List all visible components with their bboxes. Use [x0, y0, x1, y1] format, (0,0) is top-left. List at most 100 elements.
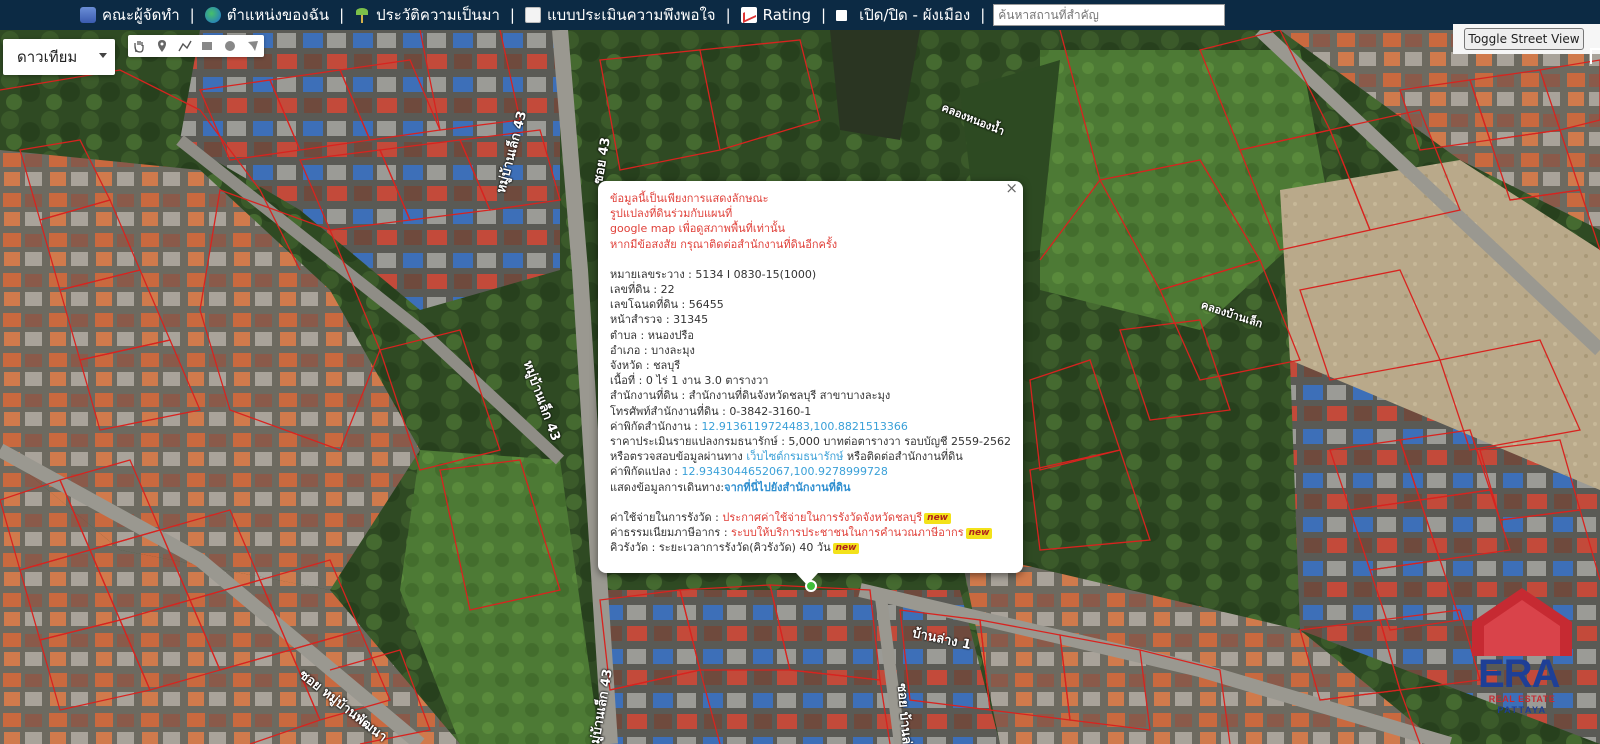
nav-my-location[interactable]: ตำแหน่งของฉัน: [204, 3, 330, 27]
nav-separator: |: [509, 6, 515, 24]
nav-separator: |: [189, 6, 195, 24]
field-value: ระยะเวลาการรังวัด(คิวรังวัด) 40 วัน: [658, 541, 831, 555]
hand-pan-icon[interactable]: [131, 38, 147, 54]
field-label: เลขที่ดิน: [610, 283, 650, 297]
logo-subtitle: PATTAYA: [1497, 705, 1547, 715]
era-logo: ERA REAL ESTATE PATTAYA: [1470, 586, 1574, 718]
field-value: สำนักงานที่ดินจังหวัดชลบุรี สาขาบางละมุง: [688, 389, 891, 403]
field-row: หมายเลขระวาง : 5134 I 0830-15(1000): [610, 267, 817, 281]
map-type-value: ดาวเทียม: [17, 48, 78, 66]
field-label: สำนักงานที่ดิน: [610, 389, 679, 403]
field-value: ชลบุรี: [653, 359, 681, 373]
field-label: ค่าพิกัดแปลง: [610, 465, 671, 479]
disclaimer-line: รูปแปลงที่ดินร่วมกับแผนที่: [610, 207, 733, 221]
field-row: แสดงข้อมูลการเดินทาง:จากที่นี่ไปยังสำนัก…: [610, 480, 851, 494]
route-to-office-link[interactable]: จากที่นี่ไปยังสำนักงานที่ดิน: [724, 481, 850, 494]
chart-icon: [740, 7, 757, 23]
nav-rating[interactable]: Rating: [740, 6, 812, 24]
field-label: เลขโฉนดที่ดิน: [610, 298, 678, 312]
treasury-website-link[interactable]: เว็บไซต์กรมธนารักษ์: [746, 450, 843, 463]
house-roof-icon: [1472, 588, 1572, 656]
toggle-street-view-button[interactable]: Toggle Street View: [1464, 28, 1584, 50]
disclaimer-line: google map เพื่อดูสภาพพื้นที่เท่านั้น: [610, 222, 786, 236]
field-row: ค่าใช้จ่ายในการรังวัด : ประกาศค่าใช้จ่าย…: [610, 510, 1013, 525]
nav-team[interactable]: คณะผู้จัดทำ: [80, 3, 180, 27]
field-label: ค่าพิกัดสำนักงาน: [610, 419, 691, 433]
field-label: โทรศัพท์สำนักงานที่ดิน: [610, 404, 719, 418]
team-icon: [80, 7, 96, 23]
nav-separator: |: [339, 6, 345, 24]
disclaimer-line: หากมีข้อสงสัย กรุณาติดต่อสำนักงานที่ดินอ…: [610, 237, 838, 251]
nav-my-location-label: ตำแหน่งของฉัน: [226, 6, 330, 24]
field-label: เนื้อที่: [610, 374, 636, 388]
chevron-down-icon: [99, 53, 107, 58]
field-value: 22: [660, 283, 675, 297]
nav-zoning-toggle[interactable]: เปิด/ปิด - ผังเมือง: [836, 3, 970, 27]
logo-subtitle: REAL ESTATE: [1488, 694, 1556, 704]
fullscreen-icon[interactable]: [1590, 48, 1600, 64]
field-row: จังหวัด : ชลบุรี: [610, 359, 681, 373]
polyline-icon[interactable]: [177, 38, 193, 54]
field-label: หรือตรวจสอบข้อมูลผ่านทาง: [610, 450, 743, 464]
landmark-search-input[interactable]: [993, 4, 1226, 26]
nav-history-label: ประวัติความเป็นมา: [376, 6, 500, 24]
nav-separator: |: [980, 6, 986, 24]
field-row: ตำบล : หนองปรือ: [610, 328, 694, 342]
field-label: หมายเลขระวาง: [610, 267, 685, 281]
nav-separator: |: [821, 6, 827, 24]
field-row: โทรศัพท์สำนักงานที่ดิน : 0-3842-3160-1: [610, 404, 812, 418]
new-badge: new: [832, 543, 860, 555]
nav-survey-form-label: แบบประเมินความพึงพอใจ: [546, 6, 716, 24]
nav-rating-label: Rating: [762, 6, 812, 24]
document-icon: [524, 7, 541, 23]
rectangle-icon[interactable]: [199, 38, 215, 54]
field-row: ค่าธรรมเนียมภาษีอากร : ระบบให้บริการประช…: [610, 525, 1013, 540]
field-label: อำเภอ: [610, 343, 641, 357]
disclaimer-line: ข้อมูลนี้เป็นเพียงการแสดงลักษณะ: [610, 192, 769, 205]
parcel-coordinate-link[interactable]: 12.9343044652067,100.9278999728: [681, 465, 887, 478]
tax-calculator-link[interactable]: ระบบให้บริการประชาชนในการคำนวณภาษีอากร: [731, 526, 964, 539]
parcel-info-window: × ข้อมูลนี้เป็นเพียงการแสดงลักษณะ รูปแปล…: [598, 180, 1023, 585]
logo-text: ERA: [1478, 652, 1560, 696]
field-row: ค่าพิกัดสำนักงาน : 12.9136119724483,100.…: [610, 419, 908, 433]
field-value: 0-3842-3160-1: [729, 404, 812, 418]
survey-fee-link[interactable]: ประกาศค่าใช้จ่ายในการรังวัดจังหวัดชลบุรี: [722, 511, 922, 524]
field-value: 56455: [688, 298, 724, 312]
nav-separator: |: [725, 6, 731, 24]
field-label: ค่าใช้จ่ายในการรังวัด: [610, 510, 712, 524]
nav-zoning-label: เปิด/ปิด - ผังเมือง: [859, 6, 971, 24]
field-row: หรือตรวจสอบข้อมูลผ่านทาง เว็บไซต์กรมธนาร…: [610, 449, 1013, 464]
marker-icon[interactable]: [154, 38, 170, 54]
field-label: จังหวัด: [610, 359, 643, 373]
drawing-toolbar: [128, 35, 264, 57]
field-row: ค่าพิกัดแปลง : 12.9343044652067,100.9278…: [610, 465, 888, 479]
location-pin-icon[interactable]: [805, 580, 817, 592]
office-coordinate-link[interactable]: 12.9136119724483,100.8821513366: [701, 420, 907, 433]
nav-team-label: คณะผู้จัดทำ: [102, 6, 180, 24]
new-badge: new: [924, 512, 951, 524]
close-icon[interactable]: ×: [1005, 180, 1018, 196]
checkbox-icon[interactable]: [836, 9, 848, 21]
field-label: ตำบล: [610, 328, 638, 342]
top-nav-bar: คณะผู้จัดทำ | ตำแหน่งของฉัน | ประวัติควา…: [0, 0, 1600, 30]
field-row: ราคาประเมินรายแปลงกรมธนารักษ์ : 5,000 บา…: [610, 435, 1011, 449]
circle-icon[interactable]: [222, 38, 238, 54]
field-value: 5,000 บาทต่อตารางวา รอบบัญชี 2559-2562: [788, 435, 1011, 449]
field-label: ราคาประเมินรายแปลงกรมธนารักษ์: [610, 435, 778, 449]
nav-survey-form[interactable]: แบบประเมินความพึงพอใจ: [524, 3, 716, 27]
field-label: คิวรังวัด: [610, 541, 649, 555]
map-type-select[interactable]: ดาวเทียม: [3, 39, 115, 75]
new-badge: new: [965, 528, 993, 540]
field-row: เลขโฉนดที่ดิน : 56455: [610, 298, 724, 312]
field-row: อำเภอ : บางละมุง: [610, 343, 695, 357]
nav-history[interactable]: ประวัติความเป็นมา: [354, 3, 500, 27]
globe-icon: [204, 7, 221, 23]
field-row: หน้าสำรวจ : 31345: [610, 313, 709, 327]
field-value: 5134 I 0830-15(1000): [695, 267, 817, 281]
polygon-icon[interactable]: [245, 38, 261, 54]
field-value: บางละมุง: [651, 343, 695, 357]
field-row: คิวรังวัด : ระยะเวลาการรังวัด(คิวรังวัด)…: [610, 540, 1013, 555]
field-text: หรือติดต่อสำนักงานที่ดิน: [846, 450, 963, 464]
field-value: 0 ไร่ 1 งาน 3.0 ตารางวา: [645, 374, 769, 388]
field-label: หน้าสำรวจ: [610, 313, 663, 327]
